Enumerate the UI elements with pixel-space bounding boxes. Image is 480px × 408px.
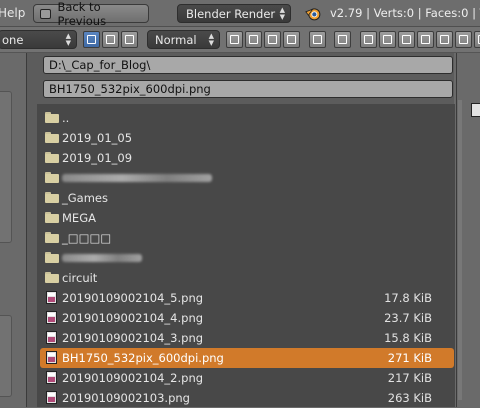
file-name: _□□□□ [62,231,112,245]
image-file-icon [46,291,57,304]
back-button-label: Back to Previous [57,0,107,28]
file-name: BH1750_532pix_600dpi.png [62,351,224,365]
sort-time-icon[interactable] [264,31,281,48]
file-name: 20190109002104_4.png [62,311,204,325]
file-list: .. 2019_01_05 2019_01_09 _Games MEGA _□□□□cir… [37,104,455,407]
file-row[interactable]: 20190109002104_3.png 15.8 KiB [40,328,454,348]
image-file-icon [46,331,57,344]
folder-row[interactable]: 2019_01_05 [40,128,454,148]
folder-row[interactable] [40,248,454,268]
folder-row[interactable]: 2019_01_09 [40,148,454,168]
file-size: 217 KiB [387,371,432,385]
file-row[interactable]: 20190109002104_2.png 217 KiB [40,368,454,388]
filter-folder-icon[interactable] [360,31,377,48]
redacted-folder-name [62,174,212,182]
folder-icon [45,252,59,263]
file-name: 20190109002104_2.png [62,371,204,385]
filter-backup-icon[interactable] [398,31,415,48]
sort-mode-select[interactable]: Normal ▲ ▼ [147,30,220,49]
folder-icon [45,272,59,283]
hide-dot-files-icon[interactable] [309,31,326,48]
file-name: 2019_01_05 [62,131,133,145]
file-name: 20190109002104_5.png [62,291,204,305]
filename-field[interactable]: BH1750_532pix_600dpi.png [43,80,453,98]
screen-icon [40,8,52,19]
help-menu[interactable]: Help [0,6,25,20]
file-name: _Games [62,191,108,205]
file-name: .. [62,111,70,125]
filter-blend-icon[interactable] [379,31,396,48]
file-name: circuit [62,271,98,285]
sort-extension-icon[interactable] [245,31,262,48]
image-preview-icon [471,103,480,117]
updown-arrows-icon: ▲ ▼ [65,32,71,47]
directory-path-field[interactable]: D:\_Cap_for_Blog\ [43,56,453,74]
file-size: 23.7 KiB [384,311,432,325]
render-engine-value: Blender Render [186,6,276,21]
render-engine-select[interactable]: Blender Render ▲ ▼ [177,4,291,23]
file-row[interactable]: BH1750_532pix_600dpi.png 271 KiB [40,348,454,368]
blender-logo-icon [305,8,321,21]
filter-icon[interactable] [334,31,351,48]
redacted-folder-name [62,254,142,262]
filter-script-icon[interactable] [455,31,472,48]
folder-row[interactable]: _Games [40,188,454,208]
folder-icon [45,152,59,163]
short-list-view-icon[interactable] [83,31,100,48]
image-file-icon [46,351,57,364]
file-size: 17.8 KiB [384,291,432,305]
folder-row[interactable] [40,168,454,188]
folder-row[interactable]: circuit [40,268,454,288]
folder-icon [45,112,59,123]
file-list-scrollbar[interactable] [458,100,462,400]
scene-stats: v2.79 | Verts:0 | Faces:0 | Tris [330,6,480,20]
image-file-icon [46,311,57,324]
filter-image-icon[interactable] [417,31,434,48]
bookmarks-panel[interactable] [0,91,12,243]
updown-arrows-icon: ▲ ▼ [208,32,214,47]
back-to-previous-button[interactable]: Back to Previous [33,0,149,28]
long-list-view-icon[interactable] [102,31,119,48]
file-row[interactable]: 20190109002104_4.png 23.7 KiB [40,308,454,328]
file-name: MEGA [62,211,96,225]
folder-icon [45,172,59,183]
file-browser-toolbar: one ▲ ▼ Normal ▲ ▼ [0,27,480,53]
file-size: 271 KiB [387,351,432,365]
left-panel [0,53,27,407]
sort-mode-value: Normal [155,32,197,47]
file-size: 263 KiB [387,391,432,405]
filter-font-icon[interactable] [474,31,480,48]
file-row[interactable]: 20190109002104_5.png 17.8 KiB [40,288,454,308]
file-name: 20190109002104_3.png [62,331,204,345]
display-mode-value: one [2,32,24,47]
display-mode-select[interactable]: one ▲ ▼ [0,30,77,49]
folder-icon [45,212,59,223]
file-name: 2019_01_09 [62,151,133,165]
folder-icon [45,132,59,143]
sort-size-icon[interactable] [283,31,300,48]
updown-arrows-icon: ▲ ▼ [279,6,285,21]
folder-row[interactable]: MEGA [40,208,454,228]
folder-icon [45,192,59,203]
folder-row[interactable]: _□□□□ [40,228,454,248]
file-name: 20190109002103.png [62,391,190,405]
folder-icon [45,232,59,243]
sort-alpha-icon[interactable] [226,31,243,48]
file-row[interactable]: 20190109002103.png 263 KiB [40,388,454,408]
image-file-icon [46,391,57,404]
file-size: 15.8 KiB [384,331,432,345]
info-header: Help Back to Previous Blender Render ▲ ▼ … [0,0,480,28]
folder-row[interactable]: .. [40,108,454,128]
recent-panel[interactable] [0,315,12,397]
image-file-icon [46,371,57,384]
filter-movie-icon[interactable] [436,31,453,48]
thumbnail-view-icon[interactable] [121,31,138,48]
